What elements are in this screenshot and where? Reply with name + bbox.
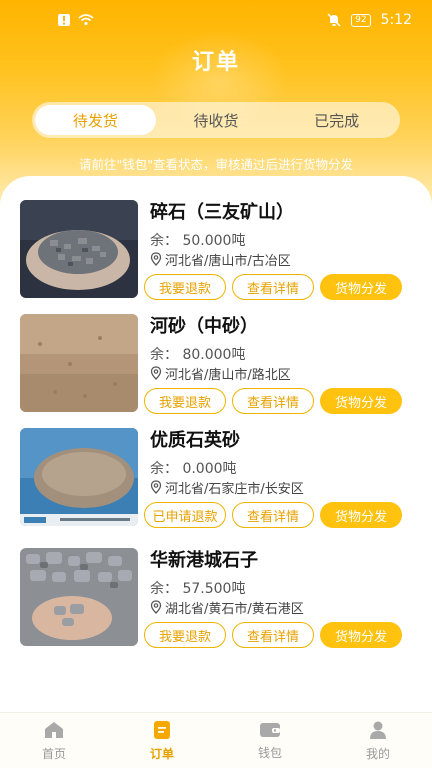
refund-button[interactable]: 我要退款: [144, 274, 226, 300]
remaining-quantity: 余： 80.000吨: [150, 346, 420, 364]
location: 河北省/唐山市/古冶区: [150, 252, 420, 272]
nav-profile-label: 我的: [365, 746, 390, 761]
remaining-label: 余：: [150, 347, 178, 363]
distribute-goods-button[interactable]: 货物分发: [320, 502, 402, 528]
tab-pending-shipment[interactable]: 待发货: [35, 105, 156, 135]
nav-home-label: 首页: [41, 746, 66, 761]
product-image: [20, 548, 138, 646]
remaining-quantity: 余： 57.500吨: [150, 580, 420, 598]
wallet-icon: [259, 721, 281, 742]
refund-button[interactable]: 我要退款: [144, 622, 226, 648]
home-icon: [43, 720, 65, 743]
nav-profile[interactable]: 我的: [324, 713, 432, 768]
product-name: 河砂（中砂）: [150, 316, 258, 337]
nav-home[interactable]: 首页: [0, 713, 108, 768]
product-name: 优质石英砂: [150, 430, 240, 451]
remaining-label: 余：: [150, 461, 178, 477]
status-bar: 92 5:12: [0, 0, 432, 40]
user-icon: [368, 720, 388, 743]
distribute-goods-button[interactable]: 货物分发: [320, 388, 402, 414]
location-text: 河北省/石家庄市/长安区: [165, 482, 304, 497]
nav-orders-label: 订单: [149, 746, 174, 761]
remaining-label: 余：: [150, 233, 178, 249]
order-card[interactable]: 优质石英砂 余： 0.000吨 河北省/石家庄市/长安区 已申请退款 查看详情 …: [20, 428, 420, 528]
remaining-value: 0.000吨: [182, 461, 237, 477]
refund-button[interactable]: 我要退款: [144, 388, 226, 414]
remaining-value: 50.000吨: [182, 233, 246, 249]
order-card[interactable]: 华新港城石子 余： 57.500吨 湖北省/黄石市/黄石港区 我要退款 查看详情…: [20, 548, 420, 648]
view-details-button[interactable]: 查看详情: [232, 388, 314, 414]
product-name: 碎石（三友矿山）: [150, 202, 294, 223]
tab-pending-receipt[interactable]: 待收货: [156, 105, 277, 135]
location-pin-icon: [150, 366, 162, 386]
location-pin-icon: [150, 252, 162, 272]
battery-indicator: 92: [351, 13, 371, 27]
remaining-value: 57.500吨: [182, 581, 246, 597]
view-details-button[interactable]: 查看详情: [232, 622, 314, 648]
location: 河北省/唐山市/路北区: [150, 366, 420, 386]
mute-icon: [327, 13, 341, 27]
nav-wallet[interactable]: 钱包: [216, 713, 324, 768]
location-text: 河北省/唐山市/路北区: [165, 368, 291, 383]
order-status-tabs: 待发货 待收货 已完成: [32, 102, 400, 138]
bottom-navigation: 首页 订单 钱包 我的: [0, 712, 432, 768]
location-text: 湖北省/黄石市/黄石港区: [165, 602, 304, 617]
wifi-icon: [78, 14, 94, 26]
view-details-button[interactable]: 查看详情: [232, 502, 314, 528]
location: 河北省/石家庄市/长安区: [150, 480, 420, 500]
remaining-quantity: 余： 0.000吨: [150, 460, 420, 478]
page-title: 订单: [191, 50, 240, 75]
tab-completed[interactable]: 已完成: [276, 105, 397, 135]
order-card[interactable]: 碎石（三友矿山） 余： 50.000吨 河北省/唐山市/古冶区 我要退款 查看详…: [20, 200, 420, 300]
nav-orders[interactable]: 订单: [108, 713, 216, 768]
view-details-button[interactable]: 查看详情: [232, 274, 314, 300]
product-image: [20, 428, 138, 526]
alert-icon: [58, 14, 70, 26]
location-pin-icon: [150, 480, 162, 500]
location-text: 河北省/唐山市/古冶区: [165, 254, 291, 269]
notice-text: 请前往"钱包"查看状态，审核通过后进行货物分发: [79, 157, 353, 172]
nav-wallet-label: 钱包: [257, 745, 282, 760]
order-list: 碎石（三友矿山） 余： 50.000吨 河北省/唐山市/古冶区 我要退款 查看详…: [0, 176, 432, 716]
product-name: 华新港城石子: [150, 550, 258, 571]
product-image: [20, 200, 138, 298]
remaining-quantity: 余： 50.000吨: [150, 232, 420, 250]
order-icon: [153, 720, 171, 743]
distribute-goods-button[interactable]: 货物分发: [320, 622, 402, 648]
distribute-goods-button[interactable]: 货物分发: [320, 274, 402, 300]
location-pin-icon: [150, 600, 162, 620]
location: 湖北省/黄石市/黄石港区: [150, 600, 420, 620]
product-image: [20, 314, 138, 412]
order-card[interactable]: 河砂（中砂） 余： 80.000吨 河北省/唐山市/路北区 我要退款 查看详情 …: [20, 314, 420, 414]
remaining-label: 余：: [150, 581, 178, 597]
remaining-value: 80.000吨: [182, 347, 246, 363]
refund-requested-button[interactable]: 已申请退款: [144, 502, 226, 528]
status-time: 5:12: [380, 12, 412, 28]
